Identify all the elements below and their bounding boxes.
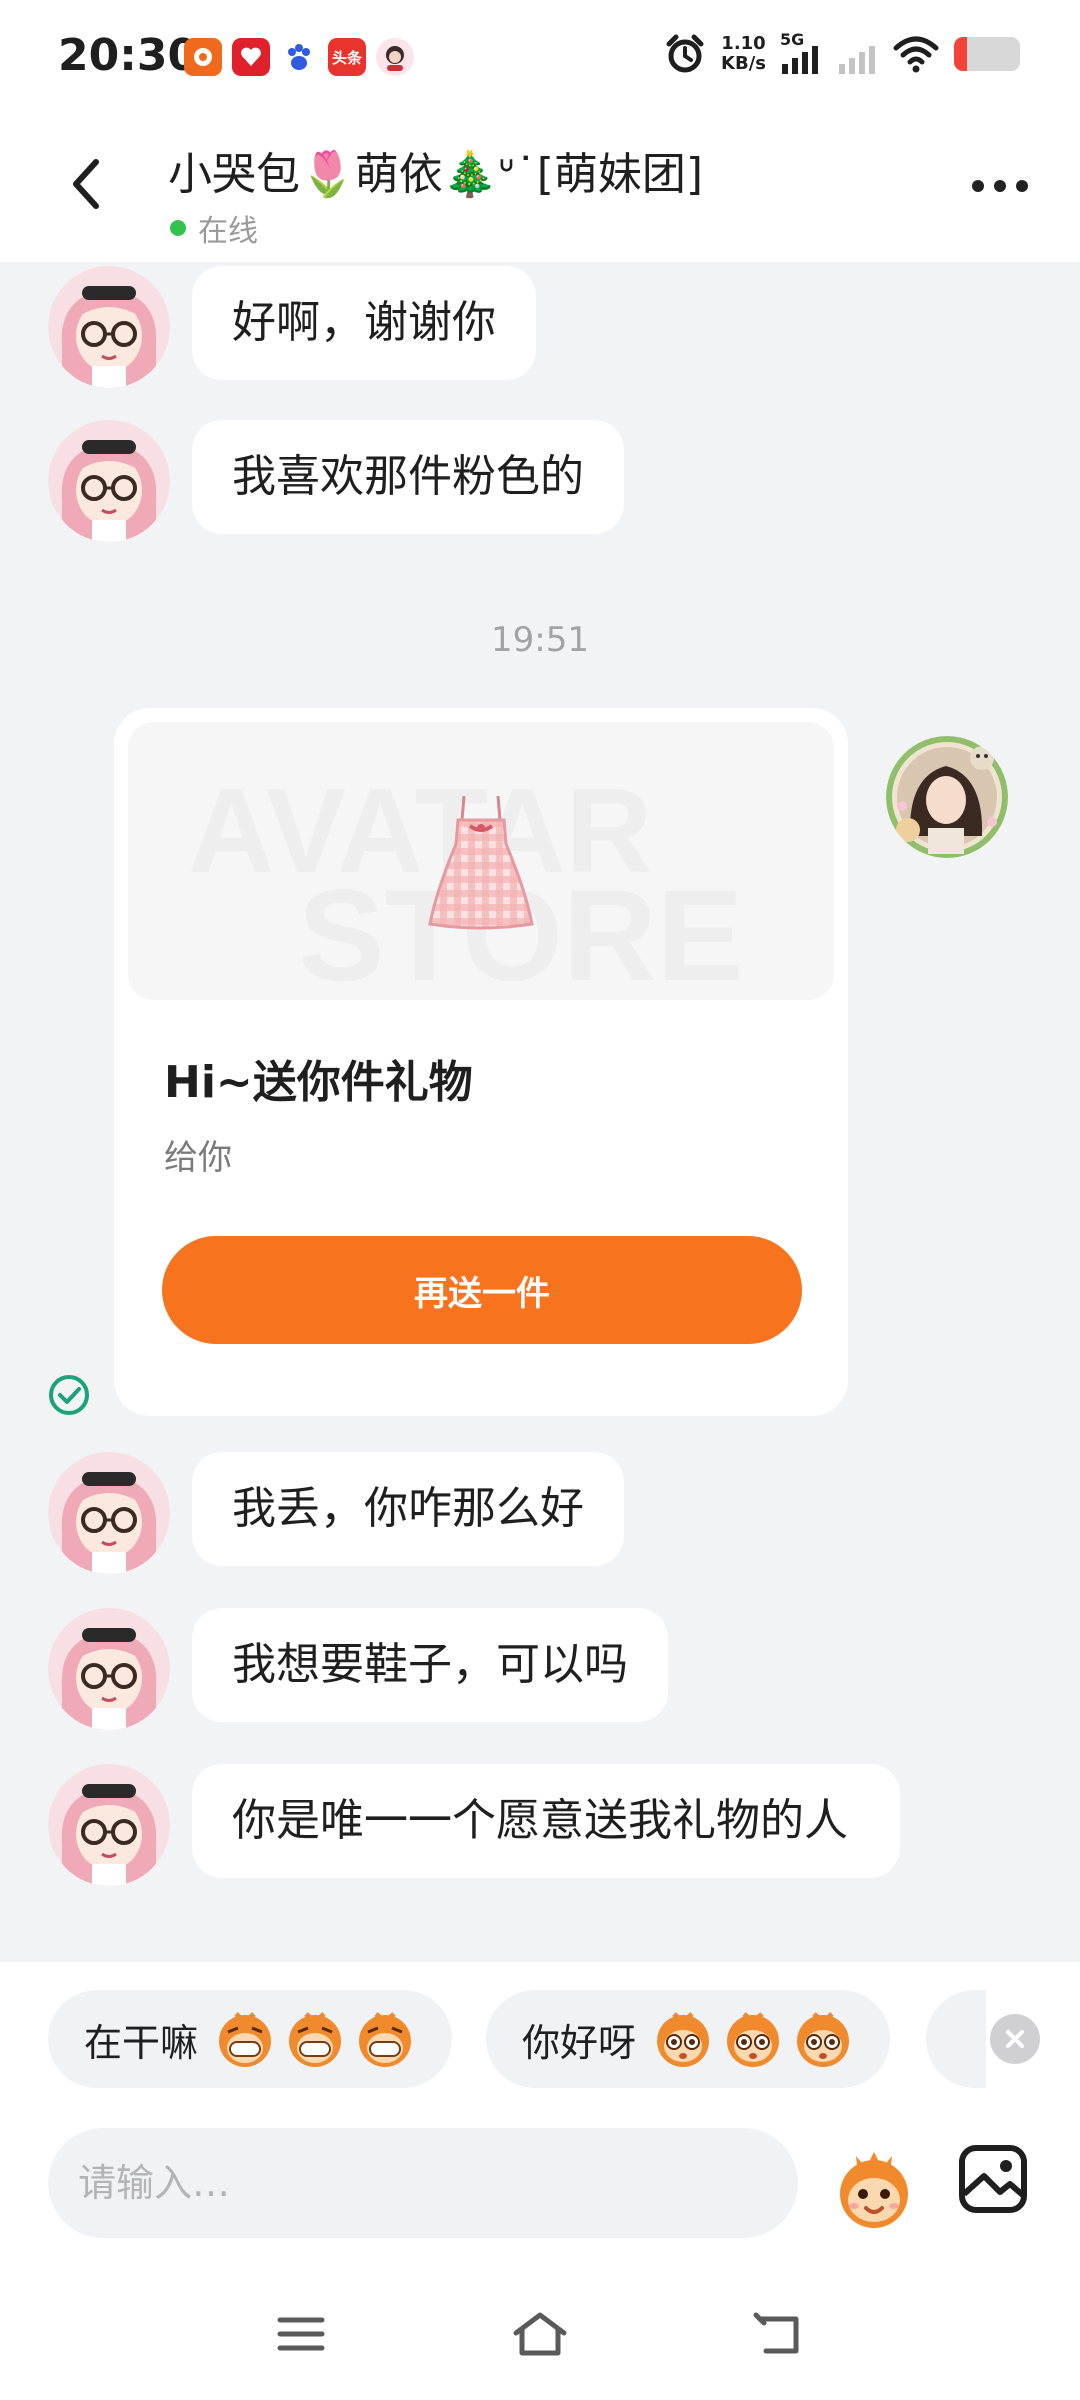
close-icon — [1006, 2030, 1024, 2048]
wide-eyed-monkey-emoji-icon — [727, 2012, 780, 2067]
input-bar — [0, 2092, 1080, 2262]
battery-level — [954, 37, 968, 71]
baidu-icon — [280, 38, 318, 76]
more-dot-icon — [1016, 180, 1028, 192]
gift-image[interactable]: AVATAR STORE — [128, 722, 834, 1000]
avatar-app-icon — [376, 38, 414, 76]
contact-avatar[interactable] — [48, 1764, 170, 1886]
system-nav-bar — [0, 2262, 1080, 2400]
message-bubble[interactable]: 你是唯一一个愿意送我礼物的人 — [192, 1764, 900, 1878]
gift-subtitle: 给你 — [164, 1138, 232, 1178]
toutiao-icon: 头条 — [328, 38, 366, 76]
back-button[interactable] — [56, 154, 116, 214]
image-picker-icon[interactable] — [956, 2142, 1030, 2216]
status-right: 1.10 KB/s 5G — [663, 30, 1020, 76]
gift-card[interactable]: AVATAR STORE Hi~送你件礼物 给你 再送一件 — [114, 708, 848, 1416]
time-separator: 19:51 — [491, 620, 589, 660]
my-avatar[interactable] — [886, 736, 1008, 858]
app-store-icon — [232, 38, 270, 76]
net-speed: 1.10 KB/s — [721, 33, 766, 74]
alarm-icon — [666, 34, 704, 73]
wide-eyed-monkey-emoji-icon — [797, 2012, 850, 2067]
status-time: 20:30 — [58, 30, 199, 81]
chat-messages[interactable]: 好啊，谢谢你 我喜欢那件粉色的 19:51 AVATAR STORE Hi~送你… — [0, 262, 1080, 1962]
wide-eyed-monkey-emoji-icon — [657, 2012, 710, 2067]
message-bubble[interactable]: 好啊，谢谢你 — [192, 266, 536, 380]
more-dot-icon — [972, 180, 984, 192]
signal-sim2-icon — [839, 46, 875, 74]
send-again-button[interactable]: 再送一件 — [162, 1236, 802, 1344]
pink-dress-icon — [428, 795, 534, 930]
grinning-monkey-emoji-icon — [219, 2012, 272, 2067]
more-options-button[interactable] — [972, 180, 1028, 192]
contact-avatar[interactable] — [48, 420, 170, 542]
quick-replies-bar: 在干嘛 你好呀 — [0, 1962, 1080, 2092]
quick-reply-chip[interactable]: 在干嘛 — [48, 1990, 453, 2088]
back-nav-button[interactable] — [744, 2304, 814, 2364]
online-status: 在线 — [170, 206, 258, 250]
online-status-text: 在线 — [198, 214, 258, 249]
home-nav-button[interactable] — [505, 2304, 575, 2364]
back-arrow-icon — [73, 159, 99, 209]
status-bar: 20:30 头条 1.10 KB/s 5G — [0, 0, 1080, 110]
contact-avatar[interactable] — [48, 1608, 170, 1730]
quick-reply-label: 在干嘛 — [84, 2020, 199, 2065]
message-input[interactable] — [48, 2128, 798, 2238]
gift-title: Hi~送你件礼物 — [164, 1057, 473, 1108]
wifi-icon — [893, 36, 939, 73]
quick-reply-label: 你好呀 — [522, 2020, 637, 2065]
home-icon — [513, 2312, 567, 2356]
more-dot-icon — [994, 180, 1006, 192]
message-bubble[interactable]: 我想要鞋子，可以吗 — [192, 1608, 668, 1722]
menu-nav-button[interactable] — [266, 2304, 336, 2364]
online-dot-icon — [170, 220, 186, 236]
chat-title[interactable]: 小哭包🌷萌依🎄ᐡ˙[萌妹团] — [168, 138, 703, 202]
close-quick-replies-button[interactable] — [990, 2014, 1040, 2064]
quick-reply-chip-partial[interactable] — [926, 1990, 986, 2088]
read-check-icon — [49, 1375, 89, 1415]
grinning-monkey-emoji-icon — [289, 2012, 342, 2067]
weibo-icon — [184, 38, 222, 76]
quick-reply-chip[interactable]: 你好呀 — [486, 1990, 891, 2088]
contact-avatar[interactable] — [48, 1452, 170, 1574]
mascot-sticker-icon[interactable] — [826, 2138, 922, 2234]
message-bubble[interactable]: 我丢，你咋那么好 — [192, 1452, 624, 1566]
battery-icon — [954, 37, 1020, 71]
chat-header: 小哭包🌷萌依🎄ᐡ˙[萌妹团] 在线 — [0, 110, 1080, 262]
status-app-icons: 头条 — [184, 38, 414, 76]
message-bubble[interactable]: 我喜欢那件粉色的 — [192, 420, 624, 534]
menu-icon — [277, 2317, 325, 2351]
contact-avatar[interactable] — [48, 266, 170, 388]
signal-5g-icon: 5G — [780, 30, 824, 76]
grinning-monkey-emoji-icon — [359, 2012, 412, 2067]
back-nav-icon — [753, 2312, 799, 2354]
